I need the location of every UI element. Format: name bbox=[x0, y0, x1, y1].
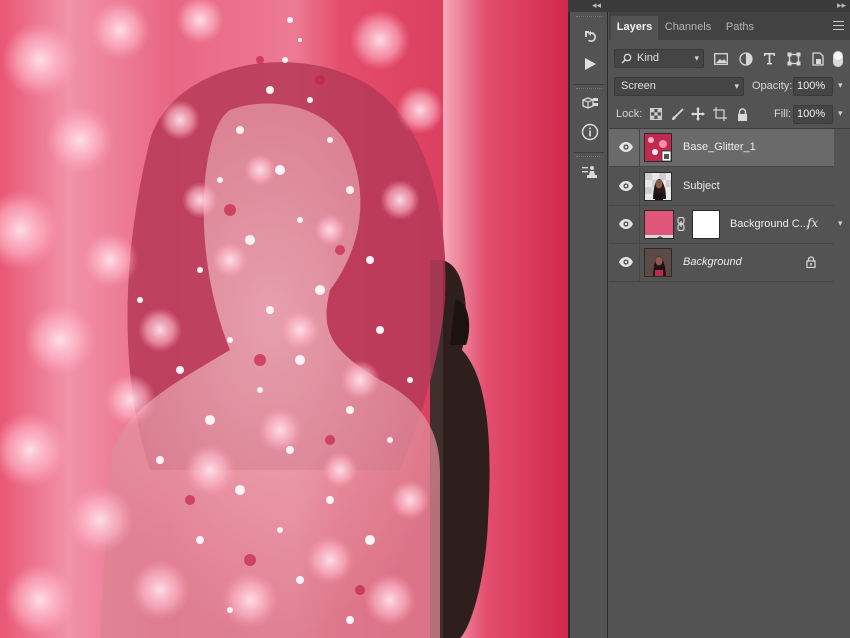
strip-divider bbox=[574, 152, 604, 153]
blend-mode-value: Screen bbox=[621, 80, 656, 92]
opacity-slider-arrow-icon[interactable]: ▾ bbox=[838, 80, 843, 91]
panel-tab-bar: Layers Channels Paths bbox=[609, 12, 850, 40]
info-icon[interactable] bbox=[579, 121, 601, 143]
lock-image-pixels-icon[interactable] bbox=[670, 107, 684, 121]
filter-toggle-switch[interactable] bbox=[833, 51, 843, 67]
history-brush-icon[interactable] bbox=[579, 26, 601, 48]
filter-kind-select[interactable]: Kind ▾ bbox=[614, 49, 704, 68]
fill-field[interactable]: 100% bbox=[793, 105, 833, 124]
adjustment-filter-icon[interactable] bbox=[737, 50, 754, 67]
tab-channels[interactable]: Channels bbox=[658, 16, 718, 40]
smart-object-filter-icon[interactable] bbox=[809, 50, 826, 67]
type-filter-icon[interactable] bbox=[761, 50, 778, 67]
layer-name[interactable]: Background bbox=[683, 256, 742, 268]
opacity-label: Opacity: bbox=[752, 80, 793, 92]
layer-thumbnail-glitter[interactable] bbox=[644, 133, 672, 162]
image-filter-icon[interactable] bbox=[712, 50, 729, 67]
panel-dock-header: ◂◂ ▸▸ bbox=[568, 0, 850, 12]
visibility-column-divider bbox=[639, 129, 640, 167]
clone-source-icon[interactable] bbox=[579, 161, 601, 183]
opacity-field[interactable]: 100% bbox=[793, 77, 833, 96]
grip-handle[interactable] bbox=[576, 156, 602, 159]
tab-layers[interactable]: Layers bbox=[611, 16, 658, 40]
layer-mask-thumbnail[interactable] bbox=[692, 210, 720, 239]
lock-all-icon[interactable] bbox=[735, 107, 749, 121]
grip-handle[interactable] bbox=[576, 88, 602, 91]
visibility-column-divider bbox=[639, 168, 640, 206]
layer-name[interactable]: Base_Glitter_1 bbox=[683, 141, 756, 153]
shape-filter-icon[interactable] bbox=[785, 50, 802, 67]
eye-icon[interactable] bbox=[618, 180, 634, 192]
document-canvas[interactable] bbox=[0, 0, 568, 638]
panel-menu-icon[interactable] bbox=[833, 21, 844, 30]
visibility-column-divider bbox=[639, 206, 640, 244]
expand-effects-chevron-icon[interactable]: ▾ bbox=[838, 218, 843, 229]
visibility-column-divider bbox=[639, 244, 640, 282]
blend-mode-select[interactable]: Screen ▾ bbox=[614, 77, 744, 96]
layer-row-background-color[interactable]: Background C... fx bbox=[609, 206, 834, 244]
lock-transparent-pixels-icon[interactable] bbox=[649, 107, 663, 121]
chevron-down-icon: ▾ bbox=[694, 53, 699, 63]
fill-label: Fill: bbox=[774, 108, 792, 120]
collapse-left-icon[interactable]: ◂◂ bbox=[592, 0, 601, 11]
collapse-right-icon[interactable]: ▸▸ bbox=[837, 0, 846, 11]
layer-name[interactable]: Background C... bbox=[730, 218, 809, 230]
lock-artboard-icon[interactable] bbox=[713, 107, 727, 121]
layer-filter-row: Kind ▾ bbox=[609, 48, 850, 70]
filter-kind-label: Kind bbox=[637, 52, 660, 64]
layer-row-subject[interactable]: Subject bbox=[609, 168, 834, 206]
search-icon bbox=[621, 53, 632, 70]
eye-icon[interactable] bbox=[618, 218, 634, 230]
layer-thumbnail-color-fill[interactable] bbox=[644, 210, 674, 239]
strip-divider bbox=[574, 84, 604, 85]
blend-row: Screen ▾ Opacity: 100% ▾ bbox=[609, 76, 850, 98]
layer-thumbnail-subject[interactable] bbox=[644, 172, 672, 201]
layer-row-base-glitter[interactable]: Base_Glitter_1 bbox=[609, 129, 834, 167]
chevron-down-icon: ▾ bbox=[734, 81, 739, 91]
fill-slider-arrow-icon[interactable]: ▾ bbox=[838, 108, 843, 119]
lock-label: Lock: bbox=[616, 108, 643, 120]
eye-icon[interactable] bbox=[618, 256, 634, 268]
layer-lock-icon[interactable] bbox=[806, 256, 816, 271]
layer-row-background[interactable]: Background bbox=[609, 244, 834, 282]
lock-row: Lock: Fill: 100% ▾ bbox=[609, 104, 850, 126]
lock-position-icon[interactable] bbox=[691, 107, 705, 121]
layers-panel: Layers Channels Paths Kind ▾ Screen ▾ Op… bbox=[609, 12, 850, 638]
fx-effects-icon[interactable]: fx bbox=[807, 216, 818, 230]
3d-cube-icon[interactable] bbox=[579, 93, 601, 115]
glitter-artwork bbox=[0, 0, 568, 638]
grip-handle[interactable] bbox=[576, 16, 602, 19]
play-action-icon[interactable] bbox=[579, 53, 601, 75]
layer-name[interactable]: Subject bbox=[683, 180, 720, 192]
link-chain-icon[interactable] bbox=[677, 216, 685, 234]
eye-icon[interactable] bbox=[618, 141, 634, 153]
panel-icon-strip bbox=[568, 12, 608, 638]
tab-paths[interactable]: Paths bbox=[719, 16, 761, 40]
layer-thumbnail-background[interactable] bbox=[644, 248, 672, 277]
